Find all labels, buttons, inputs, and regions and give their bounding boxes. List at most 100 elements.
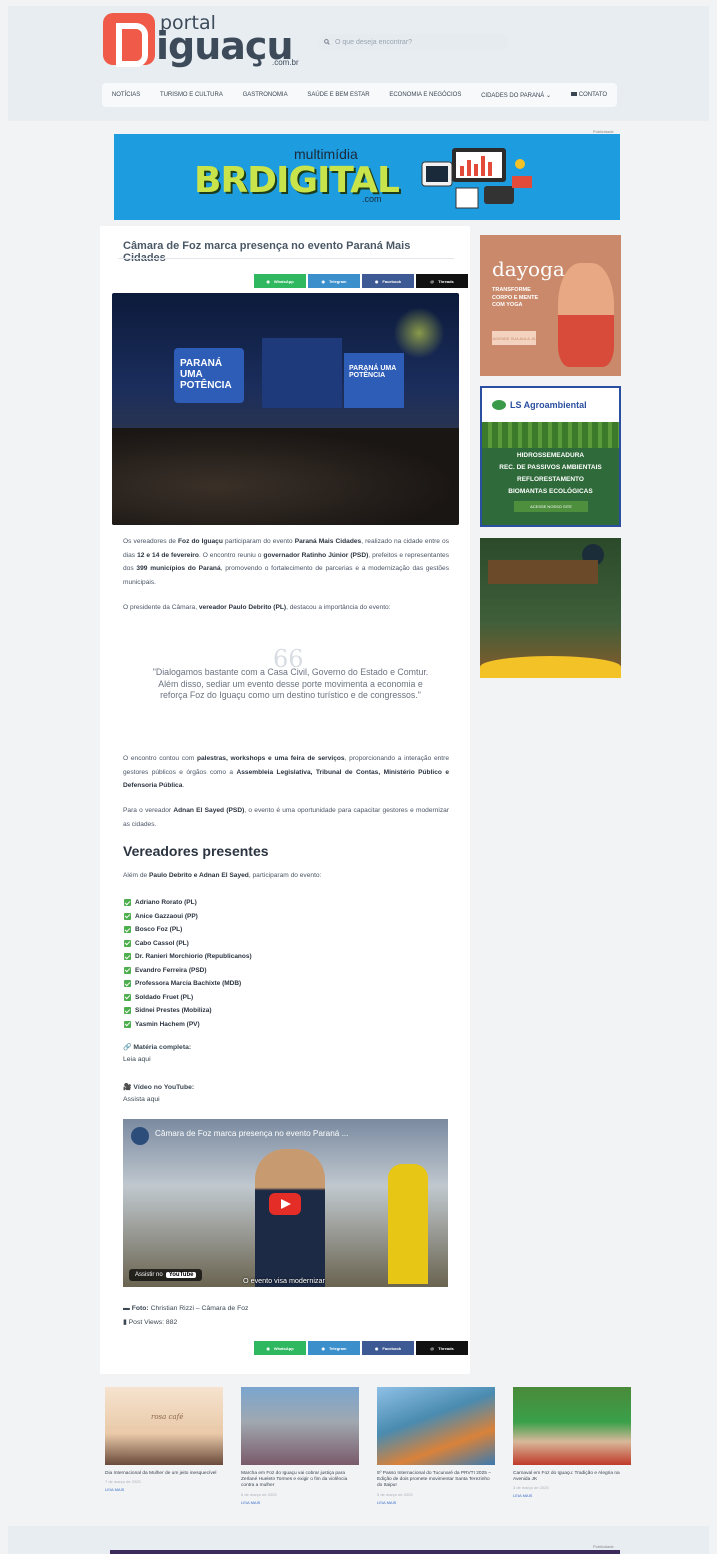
article-paragraph-3: O encontro contou com palestras, worksho… <box>123 752 449 793</box>
p5-c: , participaram do evento: <box>248 872 322 879</box>
ls-logo-icon <box>492 400 506 410</box>
photo-label: Foto: <box>131 1305 149 1312</box>
related-date: 7 de março de 2025 <box>105 1479 141 1485</box>
p2-c: , destacou a importância do evento: <box>286 604 391 611</box>
video-presenter <box>255 1149 325 1287</box>
yellow-wave-decoration <box>480 656 621 678</box>
related-post-4[interactable]: Carnaval em Foz do Iguaçu: Tradição e Al… <box>513 1387 631 1498</box>
video-link[interactable]: Assista aqui <box>123 1096 160 1103</box>
p2-b: vereador Paulo Debrito (PL) <box>198 604 287 611</box>
list-item: Sidnei Prestes (Mobiliza) <box>124 1004 252 1018</box>
list-item: Evandro Ferreira (PSD) <box>124 964 252 978</box>
related-post-3[interactable]: 5º Passo Internacional do Tucunaré da PR… <box>377 1387 495 1505</box>
play-icon[interactable] <box>269 1193 301 1215</box>
video-bystander <box>388 1164 428 1284</box>
video-title[interactable]: Câmara de Foz marca presença no evento P… <box>155 1129 348 1138</box>
nav-item-gastronomia[interactable]: GASTRONOMIA <box>243 92 288 98</box>
list-item: Dr. Ranieri Morchiorio (Republicanos) <box>124 950 252 964</box>
check-icon <box>124 939 131 947</box>
dayoga-cta-button[interactable]: AGENDE SUA AULA JÁ <box>492 331 536 345</box>
video-caption: O evento visa modernizar <box>243 1276 325 1285</box>
related-post-1[interactable]: rosa café Dia Internacional da Mulher de… <box>105 1387 223 1492</box>
vereadores-list: Adriano Rorato (PL) Anice Gazzaoui (PP) … <box>124 896 252 1031</box>
list-item: Cabo Cassol (PL) <box>124 937 252 951</box>
thumb-text: rosa café <box>151 1413 184 1421</box>
post-views: ▮ Post Views: 882 <box>123 1318 177 1326</box>
facebook-icon: ◉ <box>374 1345 379 1351</box>
materia-label-row: 🔗 Matéria completa: <box>123 1043 191 1051</box>
ls-service: REC. DE PASSIVOS AMBIENTAIS <box>499 464 602 471</box>
read-more-link[interactable]: LEIA MAIS <box>105 1487 223 1492</box>
p2-a: O presidente da Câmara, <box>123 604 199 611</box>
related-thumb[interactable] <box>377 1387 495 1465</box>
p3-b: palestras, workshops e uma feira de serv… <box>196 755 345 762</box>
photo-value: Christian Rizzi – Câmara de Foz <box>150 1305 249 1312</box>
p1-c: participaram do evento <box>222 538 295 545</box>
brdigital-banner-ad[interactable]: multimídia BRDIGITAL .com <box>114 134 620 220</box>
related-thumb[interactable] <box>241 1387 359 1465</box>
check-icon <box>124 912 131 920</box>
read-more-link[interactable]: LEIA MAIS <box>377 1500 495 1505</box>
watch-on-youtube-button[interactable]: Assistir no YouTube <box>129 1269 203 1281</box>
share-whatsapp-button[interactable]: ◉ WhatsApp <box>254 274 306 288</box>
share-telegram-button[interactable]: ◉ Telegram <box>308 1341 360 1355</box>
share-facebook-button[interactable]: ◉ Facebook <box>362 274 414 288</box>
dayoga-tagline: TRANSFORME CORPO E MENTE COM YOGA <box>492 287 539 308</box>
vereador-name: Yasmin Hachem (PV) <box>135 1020 200 1028</box>
ls-logo-row: LS Agroambiental <box>482 388 619 422</box>
nav-item-cidades[interactable]: CIDADES DO PARANÁ ⌄ <box>481 92 551 99</box>
share-facebook-button[interactable]: ◉ Facebook <box>362 1341 414 1355</box>
list-item: Soldado Fruet (PL) <box>124 991 252 1005</box>
p1-h: governador Ratinho Júnior (PSD) <box>263 551 369 559</box>
related-post-2[interactable]: Marcha em Foz do Iguaçu vai cobrar justi… <box>241 1387 359 1505</box>
related-title[interactable]: Dia Internacional da Mulher de um jeito … <box>105 1471 223 1477</box>
whatsapp-icon: ◉ <box>266 1345 270 1351</box>
whatsapp-icon: ◉ <box>266 278 270 284</box>
telegram-icon: ◉ <box>321 1345 326 1351</box>
nav-item-saude[interactable]: SAÚDE E BEM ESTAR <box>307 92 369 98</box>
portal-logo-icon[interactable] <box>103 13 155 67</box>
related-title[interactable]: Carnaval em Foz do Iguaçu: Tradição e Al… <box>513 1471 631 1483</box>
dayoga-ad[interactable]: dayoga TRANSFORME CORPO E MENTE COM YOGA… <box>480 235 621 376</box>
related-title[interactable]: Marcha em Foz do Iguaçu vai cobrar justi… <box>241 1471 359 1490</box>
p1-f: 12 e 14 de fevereiro <box>137 551 199 559</box>
search-input[interactable]: O que deseja encontrar? <box>318 34 508 50</box>
restaurant-ad[interactable] <box>480 538 621 678</box>
check-icon <box>124 926 131 934</box>
forest-illustration <box>482 422 619 448</box>
yoga-figure <box>558 263 614 367</box>
share-telegram-button[interactable]: ◉ Telegram <box>308 274 360 288</box>
stage-screen-right: PARANÁ UMA POTÊNCIA <box>344 353 404 408</box>
nav-item-noticias[interactable]: NOTÍCIAS <box>112 92 140 98</box>
related-thumb[interactable] <box>513 1387 631 1465</box>
materia-link[interactable]: Leia aqui <box>123 1056 151 1063</box>
ls-services: HIDROSSEMEADURA REC. DE PASSIVOS AMBIENT… <box>482 450 619 498</box>
youtube-video-embed[interactable]: Câmara de Foz marca presença no evento P… <box>123 1119 448 1287</box>
share-threads-button[interactable]: @ Threads <box>416 1341 468 1355</box>
ls-service: HIDROSSEMEADURA <box>516 452 585 459</box>
list-item: Anice Gazzaoui (PP) <box>124 910 252 924</box>
share-threads-button[interactable]: @ Threads <box>416 274 468 288</box>
check-icon <box>124 966 131 974</box>
nav-item-economia[interactable]: ECONOMIA E NEGÓCIOS <box>389 92 461 98</box>
related-title[interactable]: 5º Passo Internacional do Tucunaré da PR… <box>377 1471 495 1490</box>
article-paragraph-5: Além de Paulo Debrito e Adnan El Sayed, … <box>123 869 449 883</box>
contact-icon <box>570 92 577 96</box>
list-item: Bosco Foz (PL) <box>124 923 252 937</box>
nav-item-contato[interactable]: CONTATO <box>570 92 607 98</box>
share-telegram-label: Telegram <box>329 278 347 284</box>
list-item: Yasmin Hachem (PV) <box>124 1018 252 1032</box>
related-date: 3 de março de 2025 <box>513 1485 549 1491</box>
related-thumb[interactable]: rosa café <box>105 1387 223 1465</box>
share-whatsapp-button[interactable]: ◉ WhatsApp <box>254 1341 306 1355</box>
bottom-banner-ad[interactable] <box>110 1550 620 1554</box>
read-more-link[interactable]: LEIA MAIS <box>513 1493 631 1498</box>
vereador-name: Soldado Fruet (PL) <box>135 993 194 1001</box>
share-facebook-label: Facebook <box>382 1345 402 1351</box>
read-more-link[interactable]: LEIA MAIS <box>241 1500 359 1505</box>
ls-agroambiental-ad[interactable]: LS Agroambiental HIDROSSEMEADURA REC. DE… <box>480 386 621 527</box>
video-label: Vídeo no YouTube: <box>133 1084 195 1091</box>
materia-label: Matéria completa: <box>133 1044 192 1051</box>
ls-cta-button[interactable]: ACESSE NOSSO SITE <box>514 501 588 512</box>
nav-item-turismo[interactable]: TURISMO E CULTURA <box>160 92 223 98</box>
